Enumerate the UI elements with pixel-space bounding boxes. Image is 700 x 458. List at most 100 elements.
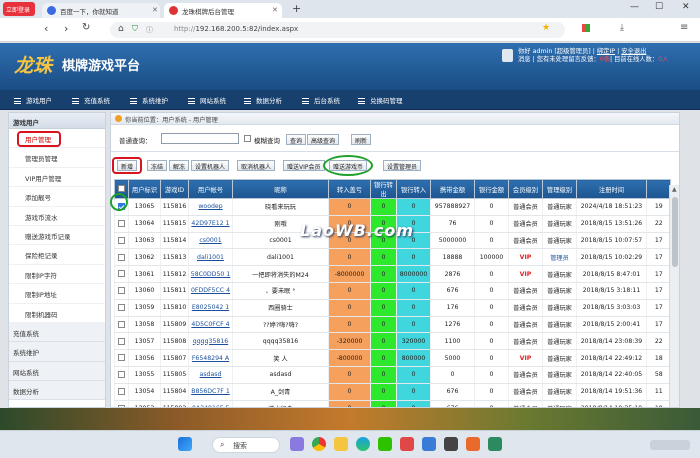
row-select-cell[interactable] bbox=[114, 349, 129, 367]
table-row[interactable]: 13060 115811 0FDDF5CC 4 、要未眠 ° 0 0 0 676 0 普通会员 普通… bbox=[114, 282, 671, 300]
account-link[interactable]: E8025042 1 bbox=[188, 299, 233, 317]
menu-website[interactable]: 网站系统 bbox=[188, 95, 226, 105]
column-header[interactable]: 用户标识 bbox=[128, 179, 161, 199]
fuzzy-checkbox[interactable] bbox=[244, 135, 251, 142]
reload-icon[interactable]: ↻ bbox=[82, 22, 90, 33]
maximize-button[interactable]: ☐ bbox=[655, 2, 663, 12]
app-icon[interactable] bbox=[400, 437, 414, 451]
tab-admin[interactable]: 龙珠棋牌后台管理 ✕ bbox=[164, 3, 282, 18]
column-header[interactable]: 银行转入 bbox=[396, 179, 431, 199]
column-header[interactable]: 游戏ID bbox=[160, 179, 189, 199]
table-row[interactable]: 13056 115807 F6548294 A笑 人 -800000 0 800000 50… bbox=[114, 349, 671, 367]
row-select-cell[interactable] bbox=[114, 215, 129, 233]
menu-recharge[interactable]: 充值系统 bbox=[72, 95, 110, 105]
column-header[interactable]: 昵称 bbox=[232, 179, 329, 199]
table-row[interactable]: 13055 115805 asdasd asdasd 0 0 0 0 0 普通会员 普通玩家 2018… bbox=[114, 366, 671, 384]
chrome-icon[interactable] bbox=[312, 437, 326, 451]
row-checkbox[interactable] bbox=[118, 337, 125, 345]
account-link[interactable]: B856DC7F 1 bbox=[188, 383, 233, 401]
edge-icon[interactable] bbox=[356, 437, 370, 451]
account-link[interactable]: F6548294 A bbox=[188, 349, 233, 367]
account-link[interactable]: cs0001 bbox=[188, 232, 233, 250]
table-row[interactable]: 13065 115816 woodep 晓看来玩玩 0 0 0 957888927 0 普通会员普… bbox=[114, 198, 671, 216]
feedback-count[interactable]: 0条 bbox=[600, 56, 610, 63]
table-row[interactable]: 13061 115812 58C0DD50 1 一把即将消失的M24 -8000000 0… bbox=[114, 265, 671, 283]
table-row[interactable]: 13059 115810 E8025042 1 西圈骑士 0 0 0 176 0 普通会员 普通玩家… bbox=[114, 299, 671, 317]
row-select-cell[interactable] bbox=[114, 400, 129, 407]
row-checkbox[interactable] bbox=[118, 236, 125, 244]
set-robot-button[interactable]: 设置机器人 bbox=[191, 160, 230, 171]
sidebar-item-add-vanity-id[interactable]: 添加靓号 bbox=[9, 187, 105, 207]
table-row[interactable]: 13057 115808 qqqq35816 qqqq35816 -320000 0 320… bbox=[114, 332, 671, 351]
menu-game-users[interactable]: 游戏用户 bbox=[14, 95, 52, 105]
close-tab-icon[interactable]: ✕ bbox=[272, 6, 278, 14]
row-select-cell[interactable] bbox=[114, 366, 129, 384]
account-link[interactable]: dali1001 bbox=[188, 248, 233, 267]
row-checkbox[interactable] bbox=[118, 387, 125, 395]
app-icon[interactable] bbox=[488, 437, 502, 451]
column-header[interactable]: 管理级别 bbox=[542, 179, 577, 199]
scroll-up-icon[interactable]: ▲ bbox=[672, 186, 677, 193]
row-checkbox[interactable] bbox=[118, 371, 125, 379]
row-checkbox[interactable] bbox=[118, 253, 125, 261]
app-icon[interactable] bbox=[466, 437, 480, 451]
sidebar-group-website[interactable]: 网站系统 bbox=[9, 361, 105, 382]
row-checkbox[interactable] bbox=[118, 303, 125, 311]
table-row[interactable]: 13062 115813 dali1001 dali1001 0 0 0 18888 10000… bbox=[114, 248, 671, 267]
sidebar-item-ip-chars[interactable]: 限制IP字符 bbox=[9, 265, 105, 285]
download-icon[interactable]: ⤓ bbox=[620, 23, 624, 33]
sidebar-item-coin-gift-log[interactable]: 赠送游戏币记录 bbox=[9, 226, 105, 246]
column-header[interactable]: 携带金额 bbox=[430, 179, 475, 199]
account-link[interactable]: asdasd bbox=[188, 366, 233, 384]
row-select-cell[interactable] bbox=[114, 383, 129, 401]
row-select-cell[interactable] bbox=[114, 232, 129, 250]
menu-redeem-codes[interactable]: 兑换码管理 bbox=[358, 95, 403, 105]
table-row[interactable]: 13054 115804 B856DC7F 1 A_剑青 0 0 0 676 0 普通会员 普通玩家… bbox=[114, 383, 671, 401]
column-header[interactable]: 银行金额 bbox=[474, 179, 509, 199]
taskbar-search[interactable]: ⌕ 搜索 bbox=[212, 437, 280, 453]
column-header[interactable]: 会员级别 bbox=[508, 179, 543, 199]
account-link[interactable]: woodep bbox=[188, 198, 233, 216]
table-row[interactable]: 13058 115809 4D5C0FCF 4 ??婷?嗨?嗨? 0 0 0 1276 0 普通会… bbox=[114, 316, 671, 334]
app-icon[interactable] bbox=[422, 437, 436, 451]
home-icon[interactable]: ⌂ bbox=[118, 24, 124, 34]
menu-maintenance[interactable]: 系统维护 bbox=[130, 95, 168, 105]
query-button[interactable]: 查询 bbox=[286, 134, 307, 145]
windows-start-icon[interactable] bbox=[178, 437, 192, 451]
cancel-robot-button[interactable]: 取消机器人 bbox=[237, 160, 276, 171]
account-link[interactable]: 42D97E12 1 bbox=[188, 215, 233, 233]
tab-baidu[interactable]: 百度一下，你就知道 ✕ bbox=[42, 3, 160, 18]
close-tab-icon[interactable]: ✕ bbox=[152, 6, 158, 14]
row-checkbox[interactable] bbox=[118, 354, 125, 362]
new-tab-button[interactable]: + bbox=[292, 2, 301, 15]
sidebar-item-machine-code[interactable]: 限制机器码 bbox=[9, 304, 105, 323]
sidebar-item-user-management[interactable]: 用户管理 bbox=[9, 129, 105, 149]
sidebar-item-safe-log[interactable]: 保险柜记录 bbox=[9, 245, 105, 265]
column-header[interactable]: 银行转出 bbox=[370, 179, 397, 199]
account-link[interactable]: 0FDDF5CC 4 bbox=[188, 282, 233, 300]
add-button[interactable]: 新增 bbox=[117, 160, 138, 171]
sidebar-head[interactable]: 游戏用户 bbox=[9, 113, 105, 129]
menu-analytics[interactable]: 数据分析 bbox=[244, 95, 282, 105]
sidebar-item-ip-address[interactable]: 限制IP地址 bbox=[9, 284, 105, 304]
gift-vip-button[interactable]: 赠送VIP会员 bbox=[283, 160, 325, 171]
row-select-cell[interactable] bbox=[114, 248, 129, 267]
wechat-icon[interactable] bbox=[378, 437, 392, 451]
column-header[interactable]: 用户帐号 bbox=[188, 179, 233, 199]
row-select-cell[interactable] bbox=[114, 332, 129, 351]
forward-icon[interactable]: › bbox=[64, 22, 68, 35]
row-checkbox[interactable] bbox=[118, 287, 125, 295]
sidebar-item-vip-users[interactable]: VIP用户管理 bbox=[9, 168, 105, 188]
account-link[interactable]: 0A34916F F bbox=[188, 400, 233, 407]
sidebar-group-recharge[interactable]: 充值系统 bbox=[9, 322, 105, 343]
account-link[interactable]: 4D5C0FCF 4 bbox=[188, 316, 233, 334]
login-badge[interactable]: 立即登录 bbox=[3, 2, 35, 16]
system-tray[interactable] bbox=[650, 440, 690, 450]
menu-backend[interactable]: 后台系统 bbox=[302, 95, 340, 105]
freeze-button[interactable]: 冻结 bbox=[147, 160, 168, 171]
account-link[interactable]: 58C0DD50 1 bbox=[188, 265, 233, 283]
taskview-icon[interactable] bbox=[290, 437, 304, 451]
table-row[interactable]: 130531158030A34916F F逆水行舟0006760普通会员普通玩家… bbox=[114, 400, 671, 407]
column-header[interactable] bbox=[646, 179, 671, 199]
menu-icon[interactable]: ≡ bbox=[680, 22, 688, 33]
